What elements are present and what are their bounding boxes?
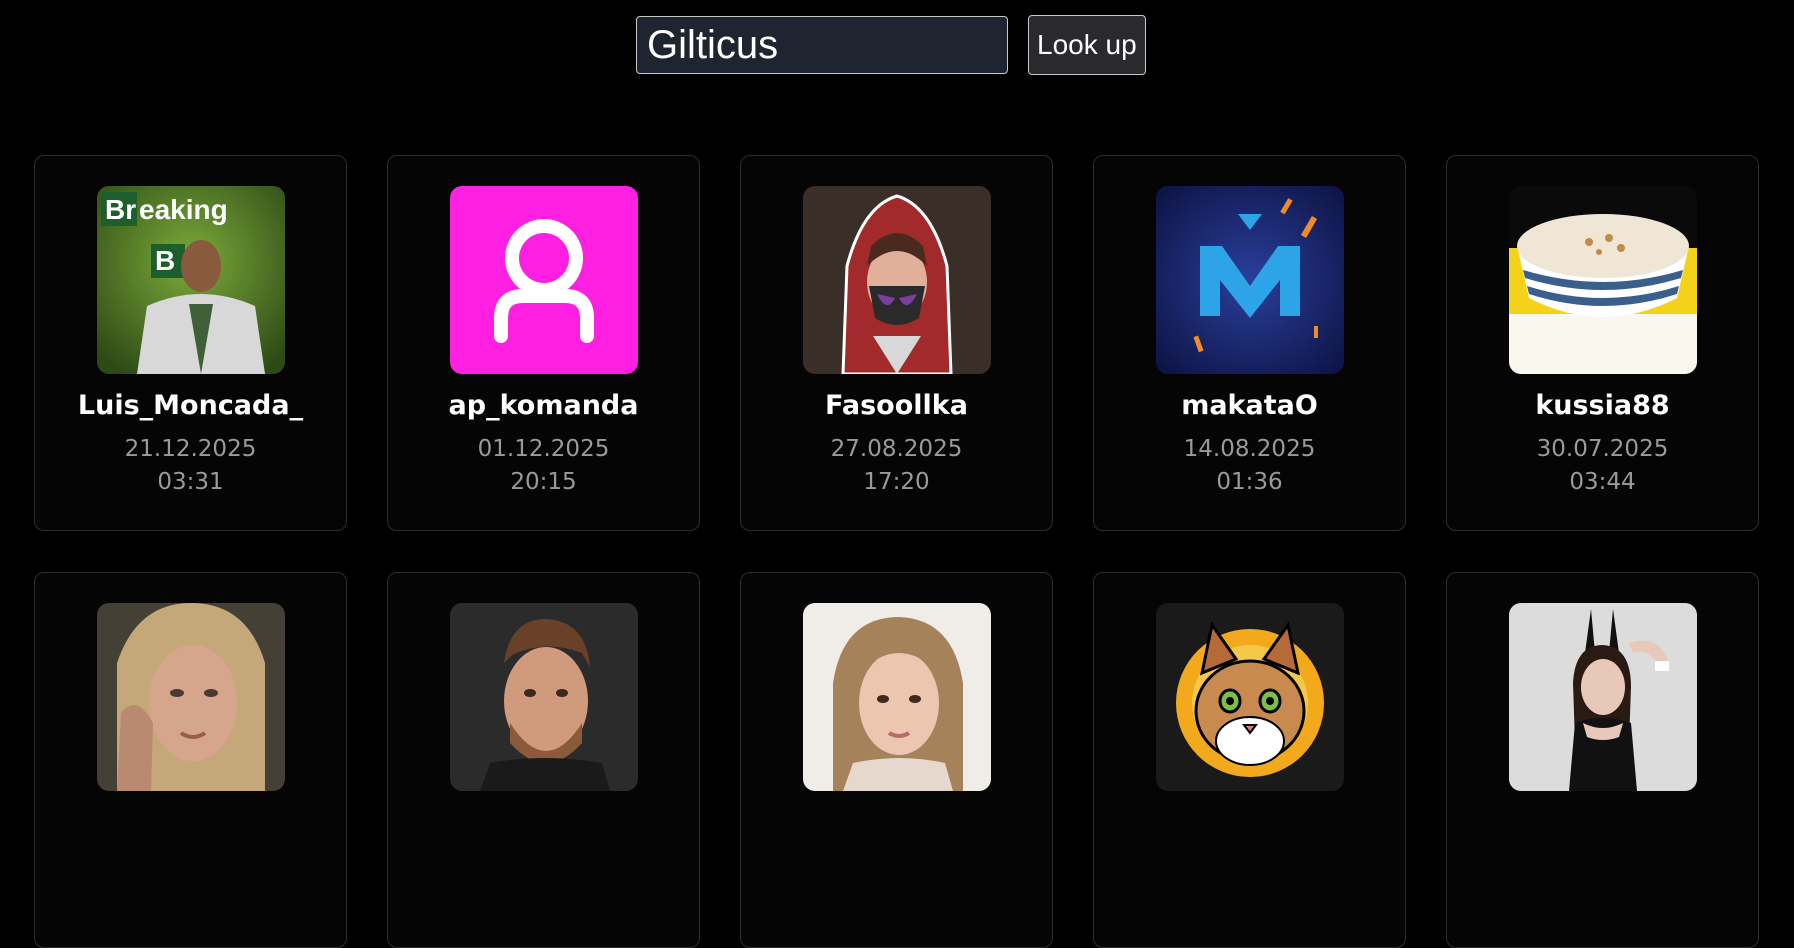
breaking-bad-man-avatar[interactable]: Br eaking B [96, 186, 285, 374]
profile-card[interactable] [740, 572, 1053, 948]
default-user-avatar[interactable] [449, 186, 638, 374]
card-time: 20:15 [510, 469, 577, 495]
profile-card[interactable] [387, 572, 700, 948]
card-date: 14.08.2025 [1183, 436, 1316, 462]
card-username[interactable]: Fasoollka [825, 390, 968, 421]
profile-grid: Br eaking B Luis_Moncada_ 21.12.2025 03:… [34, 155, 1759, 948]
card-time: 01:36 [1216, 469, 1283, 495]
card-username[interactable]: ap_komanda [449, 390, 639, 421]
blue-m-logo-avatar[interactable] [1155, 186, 1344, 374]
profile-card[interactable]: ap_komanda 01.12.2025 20:15 [387, 155, 700, 531]
profile-card[interactable] [1093, 572, 1406, 948]
svg-text:eaking: eaking [139, 194, 228, 225]
card-date: 21.12.2025 [124, 436, 257, 462]
card-time: 03:44 [1569, 469, 1636, 495]
card-date: 01.12.2025 [477, 436, 610, 462]
profile-card[interactable]: kussia88 30.07.2025 03:44 [1446, 155, 1759, 531]
card-date: 30.07.2025 [1536, 436, 1669, 462]
search-bar: Look up [636, 15, 1146, 75]
profile-card[interactable] [1446, 572, 1759, 948]
hooded-masked-girl-avatar[interactable] [802, 186, 991, 374]
profile-card[interactable]: Br eaking B Luis_Moncada_ 21.12.2025 03:… [34, 155, 347, 531]
card-time: 03:31 [157, 469, 224, 495]
svg-text:Br: Br [105, 194, 136, 225]
search-input[interactable] [636, 16, 1008, 74]
svg-text:B: B [155, 245, 175, 276]
card-username[interactable]: makataO [1181, 390, 1318, 421]
card-time: 17:20 [863, 469, 930, 495]
card-username[interactable]: Luis_Moncada_ [78, 390, 303, 421]
porridge-bowl-avatar[interactable] [1508, 186, 1697, 374]
look-up-button[interactable]: Look up [1028, 15, 1146, 75]
profile-card[interactable]: makataO 14.08.2025 01:36 [1093, 155, 1406, 531]
card-username[interactable]: kussia88 [1535, 390, 1669, 421]
card-date: 27.08.2025 [830, 436, 963, 462]
profile-card[interactable] [34, 572, 347, 948]
profile-card[interactable]: Fasoollka 27.08.2025 17:20 [740, 155, 1053, 531]
